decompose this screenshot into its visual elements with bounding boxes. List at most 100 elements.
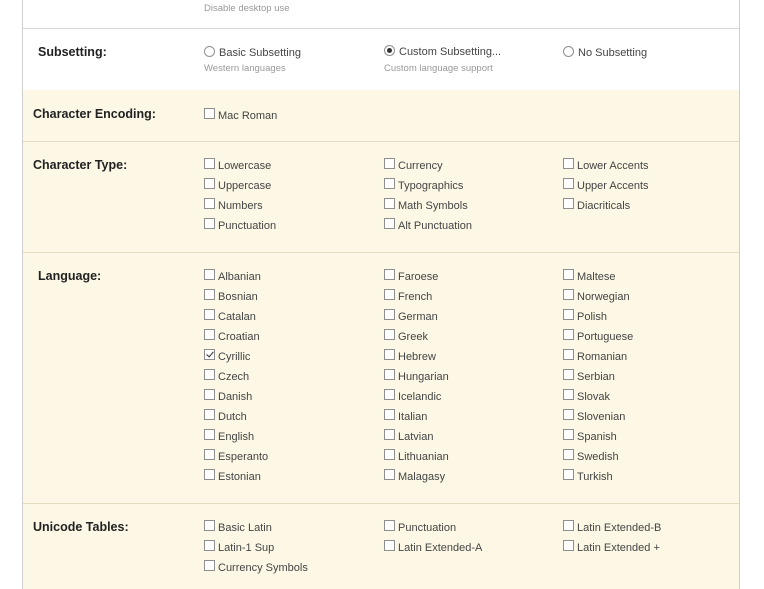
checkbox-uppercase[interactable]: Uppercase <box>204 177 271 194</box>
checkbox-box[interactable] <box>204 368 215 380</box>
checkbox-latin-extended-a[interactable]: Latin Extended-A <box>384 539 482 556</box>
checkbox-box[interactable] <box>204 157 215 169</box>
checkbox-box[interactable] <box>384 308 395 320</box>
radio-indicator[interactable] <box>563 45 574 57</box>
checkbox-box[interactable] <box>204 539 215 551</box>
checkbox-lithuanian[interactable]: Lithuanian <box>384 448 449 465</box>
checkbox-box[interactable] <box>204 348 215 360</box>
checkbox-swedish[interactable]: Swedish <box>563 448 619 465</box>
checkbox-box[interactable] <box>563 308 574 320</box>
checkbox-box[interactable] <box>563 428 574 440</box>
checkbox-box[interactable] <box>204 519 215 531</box>
checkbox-hebrew[interactable]: Hebrew <box>384 348 436 365</box>
checkbox-box[interactable] <box>384 539 395 551</box>
checkbox-box[interactable] <box>384 368 395 380</box>
basic-subsetting-radio[interactable]: Basic Subsetting <box>204 45 301 61</box>
checkbox-mac-roman[interactable]: Mac Roman <box>204 107 277 124</box>
checkbox-box[interactable] <box>563 197 574 209</box>
checkbox-french[interactable]: French <box>384 288 432 305</box>
checkbox-box[interactable] <box>384 157 395 169</box>
checkbox-latin-extended-plus[interactable]: Latin Extended + <box>563 539 660 556</box>
checkbox-box[interactable] <box>204 308 215 320</box>
checkbox-box[interactable] <box>384 388 395 400</box>
checkbox-punctuation[interactable]: Punctuation <box>204 217 276 234</box>
checkbox-norwegian[interactable]: Norwegian <box>563 288 630 305</box>
checkbox-box[interactable] <box>563 539 574 551</box>
checkbox-albanian[interactable]: Albanian <box>204 268 261 285</box>
checkbox-bosnian[interactable]: Bosnian <box>204 288 258 305</box>
radio-indicator[interactable] <box>384 44 395 56</box>
checkbox-box[interactable] <box>563 388 574 400</box>
checkbox-box[interactable] <box>563 288 574 300</box>
checkbox-lower-accents[interactable]: Lower Accents <box>563 157 649 174</box>
checkbox-croatian[interactable]: Croatian <box>204 328 260 345</box>
checkbox-typographics[interactable]: Typographics <box>384 177 463 194</box>
checkbox-box[interactable] <box>204 468 215 480</box>
checkbox-english[interactable]: English <box>204 428 254 445</box>
checkbox-romanian[interactable]: Romanian <box>563 348 627 365</box>
checkbox-latin-1-sup[interactable]: Latin-1 Sup <box>204 539 274 556</box>
checkbox-box[interactable] <box>204 559 215 571</box>
checkbox-box[interactable] <box>204 107 215 119</box>
checkbox-currency[interactable]: Currency <box>384 157 443 174</box>
checkbox-box[interactable] <box>563 268 574 280</box>
checkbox-math-symbols[interactable]: Math Symbols <box>384 197 468 214</box>
checkbox-latin-extended-b[interactable]: Latin Extended-B <box>563 519 661 536</box>
checkbox-esperanto[interactable]: Esperanto <box>204 448 268 465</box>
checkbox-box[interactable] <box>384 519 395 531</box>
checkbox-box[interactable] <box>563 177 574 189</box>
checkbox-box[interactable] <box>563 448 574 460</box>
checkbox-maltese[interactable]: Maltese <box>563 268 616 285</box>
checkbox-box[interactable] <box>204 428 215 440</box>
radio-indicator[interactable] <box>204 45 215 57</box>
checkbox-box[interactable] <box>563 157 574 169</box>
checkbox-box[interactable] <box>204 388 215 400</box>
checkbox-box[interactable] <box>204 268 215 280</box>
checkbox-turkish[interactable]: Turkish <box>563 468 613 485</box>
checkbox-slovenian[interactable]: Slovenian <box>563 408 625 425</box>
checkbox-catalan[interactable]: Catalan <box>204 308 256 325</box>
checkbox-box[interactable] <box>384 428 395 440</box>
checkbox-box[interactable] <box>563 368 574 380</box>
checkbox-box[interactable] <box>384 177 395 189</box>
checkbox-cyrillic[interactable]: Cyrillic <box>204 348 250 365</box>
checkbox-icelandic[interactable]: Icelandic <box>384 388 441 405</box>
checkbox-box[interactable] <box>384 448 395 460</box>
checkbox-greek[interactable]: Greek <box>384 328 428 345</box>
checkbox-italian[interactable]: Italian <box>384 408 427 425</box>
checkbox-slovak[interactable]: Slovak <box>563 388 610 405</box>
checkbox-box[interactable] <box>384 288 395 300</box>
checkbox-numbers[interactable]: Numbers <box>204 197 263 214</box>
checkbox-box[interactable] <box>563 408 574 420</box>
checkbox-box[interactable] <box>384 468 395 480</box>
checkbox-box[interactable] <box>204 197 215 209</box>
checkbox-currency-symbols[interactable]: Currency Symbols <box>204 559 308 576</box>
checkbox-serbian[interactable]: Serbian <box>563 368 615 385</box>
checkbox-basic-latin[interactable]: Basic Latin <box>204 519 272 536</box>
checkbox-malagasy[interactable]: Malagasy <box>384 468 445 485</box>
checkbox-box[interactable] <box>563 519 574 531</box>
checkbox-polish[interactable]: Polish <box>563 308 607 325</box>
checkbox-box[interactable] <box>384 197 395 209</box>
checkbox-box[interactable] <box>204 408 215 420</box>
checkbox-box[interactable] <box>384 348 395 360</box>
checkbox-box[interactable] <box>384 328 395 340</box>
checkbox-faroese[interactable]: Faroese <box>384 268 438 285</box>
checkbox-portuguese[interactable]: Portuguese <box>563 328 633 345</box>
checkbox-diacriticals[interactable]: Diacriticals <box>563 197 630 214</box>
checkbox-alt-punctuation[interactable]: Alt Punctuation <box>384 217 472 234</box>
checkbox-box[interactable] <box>204 288 215 300</box>
custom-subsetting-radio[interactable]: Custom Subsetting... <box>384 44 501 60</box>
checkbox-box[interactable] <box>204 177 215 189</box>
checkbox-box[interactable] <box>563 468 574 480</box>
checkbox-lowercase[interactable]: Lowercase <box>204 157 271 174</box>
checkbox-box[interactable] <box>384 268 395 280</box>
checkbox-estonian[interactable]: Estonian <box>204 468 261 485</box>
checkbox-spanish[interactable]: Spanish <box>563 428 617 445</box>
checkbox-latvian[interactable]: Latvian <box>384 428 433 445</box>
checkbox-danish[interactable]: Danish <box>204 388 252 405</box>
checkbox-box[interactable] <box>204 448 215 460</box>
checkbox-hungarian[interactable]: Hungarian <box>384 368 449 385</box>
checkbox-box[interactable] <box>384 217 395 229</box>
no-subsetting-radio[interactable]: No Subsetting <box>563 45 647 61</box>
